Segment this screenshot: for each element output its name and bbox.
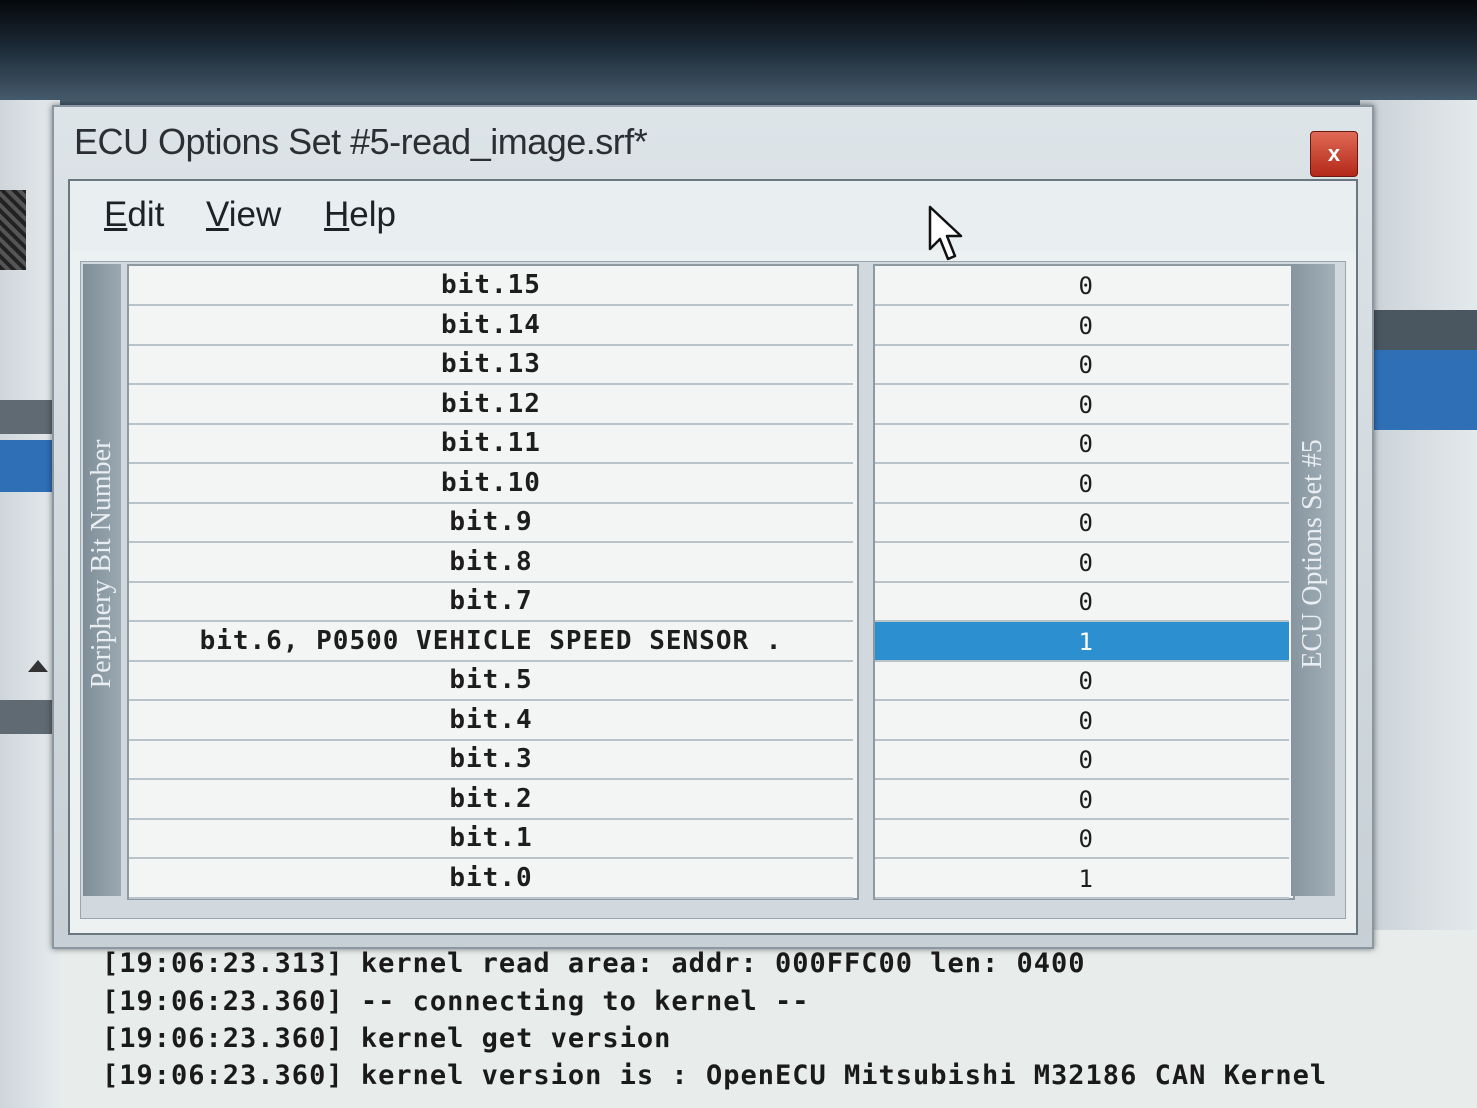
bit-value-cell-selected[interactable]: 1 [875, 621, 1289, 662]
bit-value-cell[interactable]: 0 [875, 780, 1289, 820]
parent-selection-strip [0, 440, 60, 492]
window-title: ECU Options Set #5-read_image.srf* [74, 121, 648, 162]
bit-value-cell[interactable]: 0 [875, 701, 1289, 741]
window-client-area: Edit View Help Periphery Bit Number bit.… [68, 179, 1358, 935]
ecu-options-window: ECU Options Set #5-read_image.srf* x Edi… [52, 105, 1374, 949]
bit-value-cell[interactable]: 1 [875, 859, 1289, 899]
menu-bar: Edit View Help [70, 181, 1356, 251]
bit-value-cell[interactable]: 0 [875, 345, 1289, 385]
menu-view[interactable]: View [206, 195, 281, 235]
parent-scrollbar-strip [0, 700, 60, 734]
bit-name-cell[interactable]: bit.12 [129, 385, 853, 425]
bit-name-cell[interactable]: bit.11 [129, 424, 853, 464]
left-caption-bar: Periphery Bit Number [83, 264, 121, 896]
bit-value-cell[interactable]: 0 [875, 424, 1289, 464]
mouse-cursor-icon [928, 205, 963, 261]
bit-name-cell[interactable]: bit.15 [129, 266, 853, 306]
bit-value-cell[interactable]: 0 [875, 385, 1289, 425]
bit-value-cell[interactable]: 0 [875, 740, 1289, 780]
title-bar[interactable]: ECU Options Set #5-read_image.srf* x [54, 107, 1372, 179]
parent-selection-strip-right [1360, 350, 1477, 430]
bit-value-column: 0000000001000001 [873, 264, 1295, 900]
close-button[interactable]: x [1310, 131, 1358, 177]
bit-name-cell[interactable]: bit.1 [129, 819, 853, 859]
bit-value-cell[interactable]: 0 [875, 582, 1289, 622]
right-caption-bar: ECU Options Set #5 [1291, 264, 1335, 896]
parent-app-left-edge [0, 100, 60, 1108]
bit-name-cell[interactable]: bit.9 [129, 503, 853, 543]
bit-name-cell[interactable]: bit.10 [129, 464, 853, 504]
bit-value-cell[interactable]: 0 [875, 306, 1289, 346]
bit-name-column: bit.15 bit.14 bit.13 bit.12 bit.11 bit.10 bit.… [127, 264, 859, 900]
bit-value-cell[interactable]: 0 [875, 661, 1289, 701]
chip-icon [0, 190, 26, 270]
periphery-bit-number-caption: Periphery Bit Number [86, 439, 117, 689]
bit-name-cell[interactable]: bit.4 [129, 701, 853, 741]
bit-name-cell[interactable]: bit.2 [129, 780, 853, 820]
bit-name-cell[interactable]: bit.6, P0500 VEHICLE SPEED SENSOR . [129, 622, 853, 662]
bit-value-cell[interactable]: 0 [875, 464, 1289, 504]
bit-name-cell[interactable]: bit.5 [129, 661, 853, 701]
menu-help[interactable]: Help [324, 195, 396, 235]
bit-name-cell[interactable]: bit.8 [129, 543, 853, 583]
scroll-up-icon[interactable] [28, 660, 48, 672]
parent-app-right-edge [1360, 100, 1477, 960]
log-line: [19:06:23.360] -- connecting to kernel -… [102, 986, 810, 1017]
ecu-options-set-caption: ECU Options Set #5 [1297, 439, 1328, 669]
bit-name-cell[interactable]: bit.14 [129, 306, 853, 346]
desktop-background [0, 0, 1477, 110]
parent-toolbar-strip [0, 400, 60, 434]
bit-name-cell[interactable]: bit.3 [129, 740, 853, 780]
log-line: [19:06:23.360] kernel version is : OpenE… [102, 1060, 1328, 1091]
bit-value-cell[interactable]: 0 [875, 266, 1289, 306]
menu-edit[interactable]: Edit [104, 195, 164, 235]
bit-table-panel: Periphery Bit Number bit.15 bit.14 bit.13 b… [80, 261, 1346, 919]
bit-name-cell[interactable]: bit.13 [129, 345, 853, 385]
log-console: [19:06:23.313] kernel read area: addr: 0… [60, 930, 1477, 1108]
log-line: [19:06:23.360] kernel get version [102, 1023, 672, 1054]
bit-value-cell[interactable]: 0 [875, 503, 1289, 543]
bit-value-cell[interactable]: 0 [875, 819, 1289, 859]
parent-toolbar-strip-right [1360, 310, 1477, 350]
bit-value-cell[interactable]: 0 [875, 543, 1289, 583]
log-line: [19:06:23.313] kernel read area: addr: 0… [102, 948, 1086, 979]
bit-name-cell[interactable]: bit.0 [129, 859, 853, 899]
bit-name-cell[interactable]: bit.7 [129, 582, 853, 622]
